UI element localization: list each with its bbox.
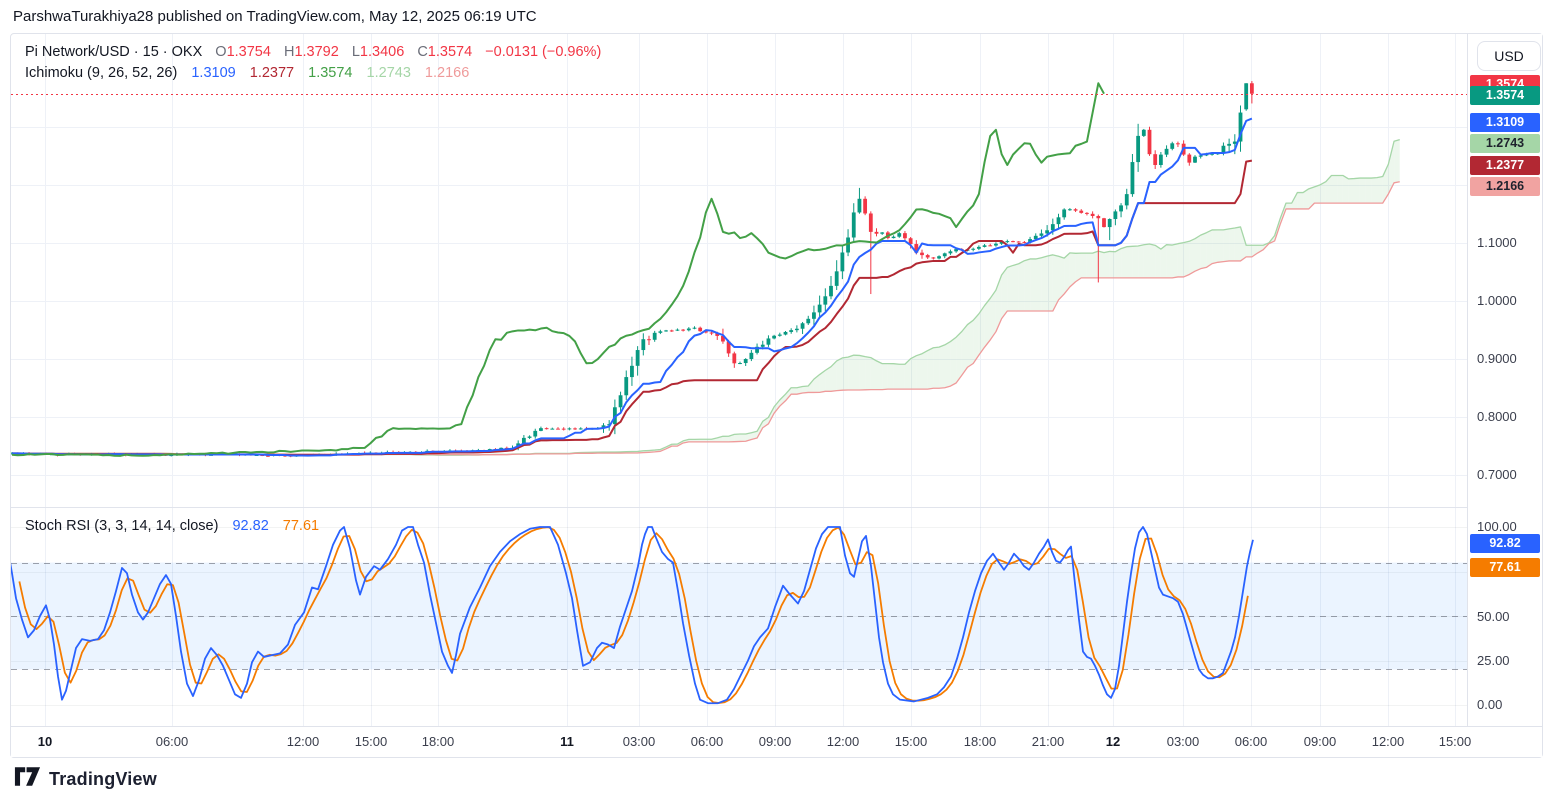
axis-label: 1.1000: [1477, 235, 1517, 250]
time-axis-label: 12:00: [820, 734, 866, 749]
ohlc-low-key: L: [352, 44, 360, 60]
time-axis-label: 09:00: [1297, 734, 1343, 749]
axis-label: 100.00: [1477, 519, 1517, 534]
time-axis-label: 15:00: [348, 734, 394, 749]
time-axis[interactable]: 10 06:00 12:00 15:00 18:00 11 03:00 06:00 09:00 1…: [11, 726, 1542, 757]
ohlc-open-key: O: [215, 44, 226, 60]
time-axis-label: 18:00: [415, 734, 461, 749]
ichimoku-kijun-value: 1.2377: [250, 65, 294, 81]
axis-label: 0.8000: [1477, 409, 1517, 424]
time-axis-label: 03:00: [1160, 734, 1206, 749]
price-badge: 1.2377: [1470, 156, 1540, 175]
axis-label: 0.00: [1477, 697, 1502, 712]
ohlc-open-value: 1.3754: [227, 44, 271, 60]
ohlc-close-key: C: [417, 44, 427, 60]
price-badge: 1.3574: [1470, 86, 1540, 105]
ohlc-high-value: 1.3792: [294, 44, 338, 60]
price-badge: 1.2743: [1470, 134, 1540, 153]
time-axis-label: 10: [22, 734, 68, 749]
axis-label: 25.00: [1477, 653, 1510, 668]
price-badge: 77.61: [1470, 558, 1540, 577]
currency-toggle-button[interactable]: USD: [1477, 41, 1541, 71]
axis-label: 0.7000: [1477, 467, 1517, 482]
time-axis-label: 15:00: [1432, 734, 1478, 749]
time-axis-label: 11: [544, 734, 590, 749]
symbol-title: Pi Network/USD · 15 · OKX: [25, 44, 202, 60]
ichimoku-label: Ichimoku (9, 26, 52, 26): [25, 65, 177, 81]
price-axis[interactable]: 1.30001.20001.10001.00000.90000.80000.70…: [1467, 34, 1542, 726]
symbol-legend-row: Pi Network/USD · 15 · OKX O1.3754 H1.379…: [25, 42, 601, 63]
time-axis-label: 12:00: [1365, 734, 1411, 749]
time-axis-label: 12: [1090, 734, 1136, 749]
ichimoku-chikou-value: 1.3574: [308, 65, 352, 81]
time-axis-label: 12:00: [280, 734, 326, 749]
publish-header: ParshwaTurakhiya28 published on TradingV…: [13, 8, 537, 25]
axis-label: 50.00: [1477, 609, 1510, 624]
stoch-rsi-legend-row: Stoch RSI (3, 3, 14, 14, close) 92.82 77…: [25, 518, 319, 534]
time-axis-label: 09:00: [752, 734, 798, 749]
ichimoku-tenkan-value: 1.3109: [191, 65, 235, 81]
ohlc-high-key: H: [284, 44, 294, 60]
ohlc-close-value: 1.3574: [428, 44, 472, 60]
chart-canvas[interactable]: [11, 34, 1467, 726]
time-axis-label: 03:00: [616, 734, 662, 749]
main-legend: Pi Network/USD · 15 · OKX O1.3754 H1.379…: [25, 42, 601, 84]
tradingview-logo-icon: [14, 766, 41, 792]
ichimoku-senkou-a-value: 1.2743: [367, 65, 411, 81]
stoch-k-value: 92.82: [232, 518, 268, 534]
price-change: −0.0131 (−0.96%): [485, 44, 601, 60]
ohlc-low-value: 1.3406: [360, 44, 404, 60]
time-axis-label: 18:00: [957, 734, 1003, 749]
tradingview-logo[interactable]: TradingView: [14, 766, 157, 792]
chart-card: Pi Network/USD · 15 · OKX O1.3754 H1.379…: [10, 33, 1543, 758]
axis-label: 1.0000: [1477, 293, 1517, 308]
stoch-rsi-label: Stoch RSI (3, 3, 14, 14, close): [25, 518, 218, 534]
price-badge: 1.2166: [1470, 177, 1540, 196]
axis-label: 0.9000: [1477, 351, 1517, 366]
tradingview-logo-text: TradingView: [49, 769, 157, 790]
stoch-d-value: 77.61: [283, 518, 319, 534]
time-axis-label: 21:00: [1025, 734, 1071, 749]
time-axis-label: 06:00: [684, 734, 730, 749]
time-axis-label: 06:00: [149, 734, 195, 749]
tradingview-snapshot-page: ParshwaTurakhiya28 published on TradingV…: [0, 0, 1553, 803]
ichimoku-legend-row: Ichimoku (9, 26, 52, 26) 1.3109 1.2377 1…: [25, 63, 601, 84]
time-axis-label: 06:00: [1228, 734, 1274, 749]
time-axis-label: 15:00: [888, 734, 934, 749]
ichimoku-senkou-b-value: 1.2166: [425, 65, 469, 81]
price-badge: 92.82: [1470, 534, 1540, 553]
price-badge: 1.3109: [1470, 113, 1540, 132]
